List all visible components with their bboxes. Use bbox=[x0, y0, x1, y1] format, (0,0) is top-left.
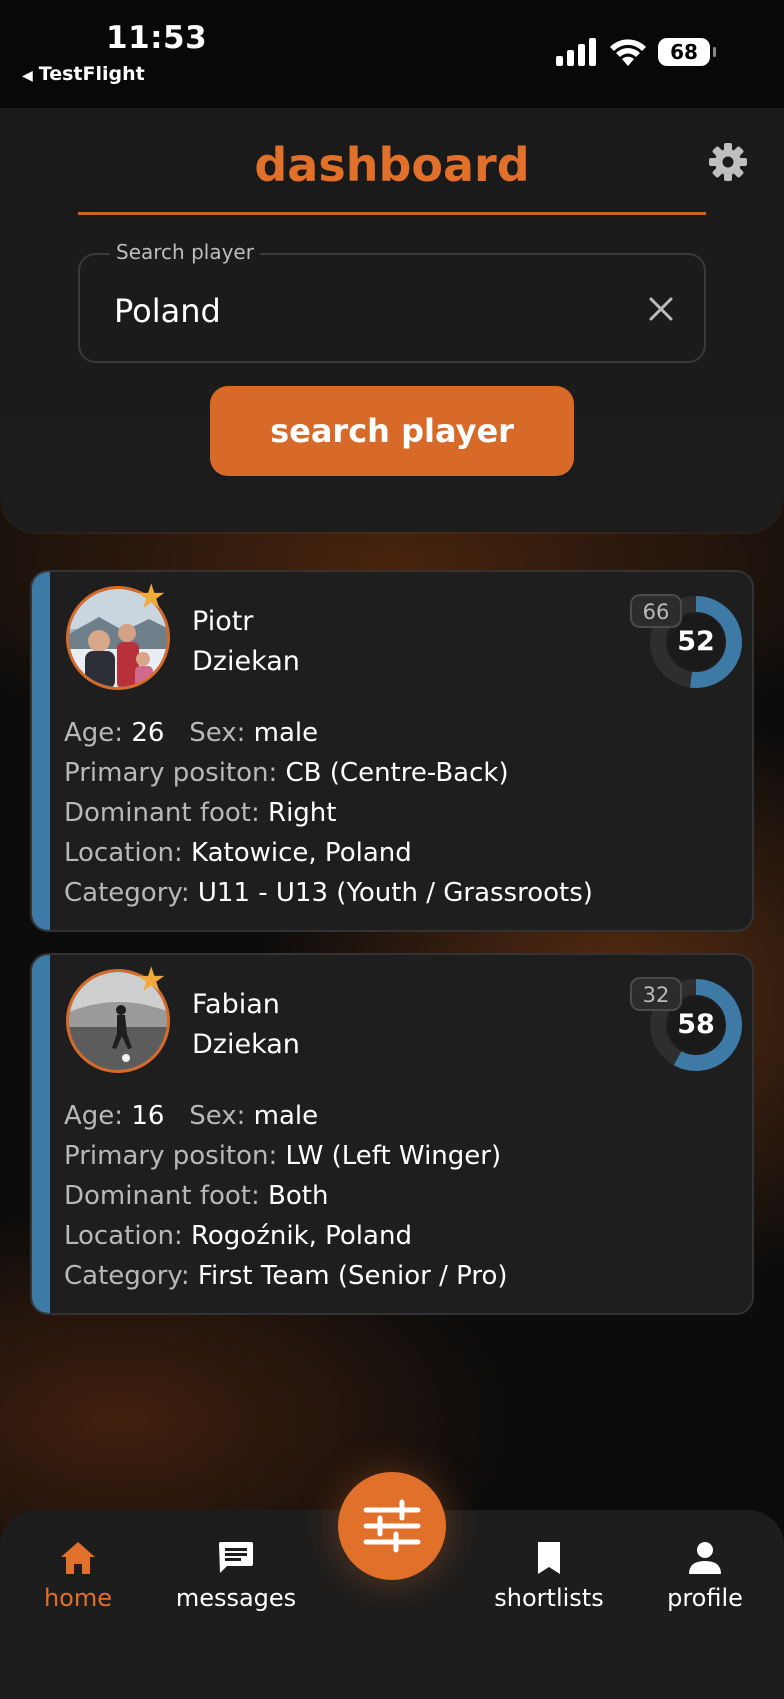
player-card[interactable]: ★ Fabian Dziekan 58 32 Age: 16 Sex: male… bbox=[30, 953, 754, 1315]
filter-button[interactable] bbox=[338, 1472, 446, 1580]
position-value: LW (Left Winger) bbox=[285, 1141, 502, 1171]
card-accent-stripe bbox=[32, 955, 50, 1313]
clear-search-icon[interactable] bbox=[646, 294, 676, 324]
header-panel: dashboard Search player Poland search pl… bbox=[0, 108, 784, 532]
player-location: Location: Rogoźnik, Poland bbox=[64, 1221, 412, 1251]
player-last-name: Dziekan bbox=[192, 1029, 300, 1060]
search-player-button[interactable]: search player bbox=[210, 386, 574, 476]
score-badge: 66 bbox=[630, 594, 682, 628]
position-label: Primary positon: bbox=[64, 1141, 278, 1171]
player-category: Category: U11 - U13 (Youth / Grassroots) bbox=[64, 878, 593, 908]
home-icon bbox=[61, 1542, 95, 1574]
player-card[interactable]: ★ Piotr Dziekan 52 66 Age: 26 Sex: male … bbox=[30, 570, 754, 932]
player-age-sex: Age: 16 Sex: male bbox=[64, 1101, 318, 1131]
foot-value: Right bbox=[268, 798, 337, 828]
age-value: 16 bbox=[131, 1101, 165, 1131]
age-value: 26 bbox=[131, 718, 165, 748]
foot-label: Dominant foot: bbox=[64, 798, 260, 828]
favorite-star-icon[interactable]: ★ bbox=[136, 580, 166, 614]
player-first-name: Piotr bbox=[192, 606, 254, 637]
page-title: dashboard bbox=[254, 138, 530, 192]
gear-icon[interactable] bbox=[708, 142, 748, 182]
position-label: Primary positon: bbox=[64, 758, 278, 788]
filter-sliders-icon bbox=[363, 1499, 421, 1553]
player-last-name: Dziekan bbox=[192, 646, 300, 677]
player-position: Primary positon: CB (Centre-Back) bbox=[64, 758, 509, 788]
foot-label: Dominant foot: bbox=[64, 1181, 260, 1211]
status-bar: 11:53 ◀ TestFlight 68 bbox=[0, 0, 784, 108]
player-foot: Dominant foot: Right bbox=[64, 798, 336, 828]
back-label: TestFlight bbox=[38, 63, 145, 85]
player-age-sex: Age: 26 Sex: male bbox=[64, 718, 318, 748]
back-to-testflight[interactable]: ◀ TestFlight bbox=[22, 63, 145, 85]
nav-messages[interactable]: messages bbox=[156, 1540, 316, 1612]
sex-label: Sex: bbox=[189, 1101, 246, 1131]
nav-shortlists-label: shortlists bbox=[494, 1584, 604, 1612]
search-input-label: Search player bbox=[110, 240, 260, 264]
sex-value: male bbox=[253, 718, 319, 748]
age-label: Age: bbox=[64, 718, 124, 748]
position-value: CB (Centre-Back) bbox=[285, 758, 509, 788]
category-label: Category: bbox=[64, 878, 190, 908]
age-label: Age: bbox=[64, 1101, 124, 1131]
location-label: Location: bbox=[64, 838, 183, 868]
player-position: Primary positon: LW (Left Winger) bbox=[64, 1141, 501, 1171]
sex-label: Sex: bbox=[189, 718, 246, 748]
player-first-name: Fabian bbox=[192, 989, 280, 1020]
bookmark-icon bbox=[538, 1542, 560, 1574]
player-location: Location: Katowice, Poland bbox=[64, 838, 412, 868]
location-label: Location: bbox=[64, 1221, 183, 1251]
battery-indicator: 68 bbox=[658, 38, 716, 66]
search-input-value[interactable]: Poland bbox=[114, 292, 221, 330]
nav-home[interactable]: home bbox=[0, 1540, 158, 1612]
nav-home-label: home bbox=[43, 1584, 113, 1612]
category-label: Category: bbox=[64, 1261, 190, 1291]
message-icon bbox=[219, 1542, 253, 1573]
location-value: Rogoźnik, Poland bbox=[191, 1221, 412, 1251]
wifi-icon bbox=[610, 39, 646, 66]
sex-value: male bbox=[253, 1101, 319, 1131]
favorite-star-icon[interactable]: ★ bbox=[136, 963, 166, 997]
player-category: Category: First Team (Senior / Pro) bbox=[64, 1261, 508, 1291]
nav-shortlists[interactable]: shortlists bbox=[469, 1540, 629, 1612]
nav-profile-label: profile bbox=[667, 1584, 743, 1612]
score-badge: 32 bbox=[630, 977, 682, 1011]
nav-messages-label: messages bbox=[175, 1584, 297, 1612]
nav-profile[interactable]: profile bbox=[625, 1540, 784, 1612]
person-icon bbox=[689, 1542, 721, 1574]
category-value: First Team (Senior / Pro) bbox=[197, 1261, 508, 1291]
back-arrow-icon: ◀ bbox=[22, 68, 33, 84]
location-value: Katowice, Poland bbox=[191, 838, 412, 868]
category-value: U11 - U13 (Youth / Grassroots) bbox=[197, 878, 593, 908]
card-accent-stripe bbox=[32, 572, 50, 930]
status-time: 11:53 bbox=[106, 20, 208, 56]
foot-value: Both bbox=[268, 1181, 329, 1211]
cellular-signal-icon bbox=[556, 38, 598, 66]
player-foot: Dominant foot: Both bbox=[64, 1181, 328, 1211]
title-divider bbox=[78, 212, 706, 215]
